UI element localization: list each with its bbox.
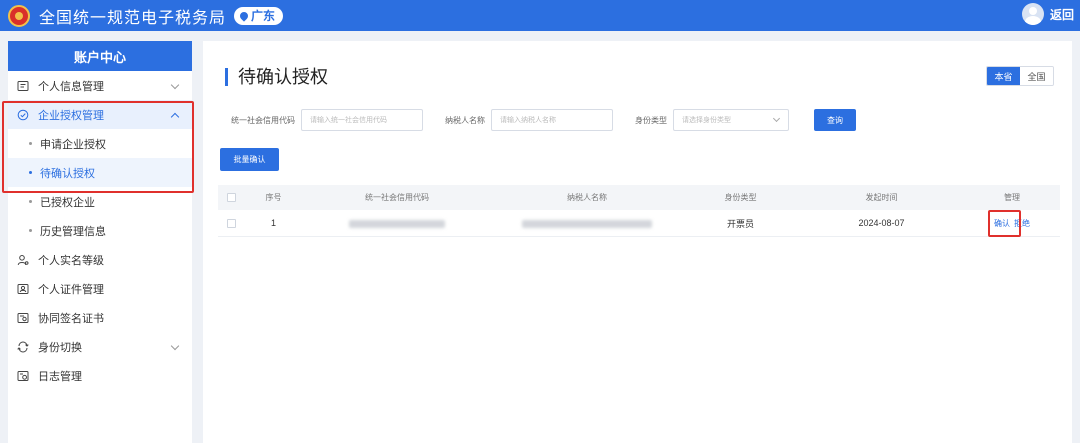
column-header: 发起时间 [865, 193, 898, 202]
sidebar-item-label: 待确认授权 [40, 167, 95, 180]
sidebar-item-id-docs[interactable]: 个人证件管理 [8, 274, 192, 303]
column-header: 统一社会信用代码 [365, 193, 429, 202]
taxpayer-name-input[interactable]: 请输入纳税人名称 [491, 109, 613, 131]
highlight-frame-confirm [988, 209, 1021, 237]
sidebar-item-pending-auth[interactable]: 待确认授权 [8, 158, 192, 187]
app-title: 全国统一规范电子税务局 [39, 9, 227, 27]
sidebar-item-label: 申请企业授权 [40, 138, 106, 151]
column-header: 管理 [1004, 193, 1020, 202]
chevron-down-icon [772, 114, 781, 123]
sidebar-item-apply-auth[interactable]: 申请企业授权 [8, 129, 192, 158]
profile-card-icon [17, 80, 29, 92]
bullet-dot [29, 171, 32, 174]
region-label: 广东 [251, 9, 276, 23]
sidebar-item-label: 个人实名等级 [38, 254, 104, 267]
sidebar-item-label: 历史管理信息 [40, 225, 106, 238]
action-cell: 确认 拒绝 [964, 209, 1060, 237]
sidebar-item-label: 日志管理 [38, 370, 82, 383]
user-area: 返回 [1021, 3, 1074, 25]
sidebar-item-logs[interactable]: 日志管理 [8, 361, 192, 390]
sidebar-item-label: 企业授权管理 [38, 109, 104, 122]
sidebar-title: 账户中心 [8, 41, 192, 71]
bullet-dot [29, 142, 32, 145]
query-button[interactable]: 查询 [814, 109, 856, 131]
credit-code-input[interactable]: 请输入统一社会信用代码 [301, 109, 423, 131]
taxpayer-name-cell [492, 218, 682, 228]
id-card-icon [17, 283, 29, 295]
back-link[interactable]: 返回 [1050, 6, 1074, 23]
certificate-icon [17, 312, 29, 324]
sidebar-item-label: 协同签名证书 [38, 312, 104, 325]
credit-code-placeholder: 请输入统一社会信用代码 [310, 117, 387, 124]
log-icon [17, 370, 29, 382]
filter-row: 统一社会信用代码 请输入统一社会信用代码 纳税人名称 请输入纳税人名称 身份类型… [231, 109, 856, 131]
bullet-dot [29, 229, 32, 232]
sidebar-item-personal-info[interactable]: 个人信息管理 [8, 71, 192, 100]
sidebar-item-realname-level[interactable]: 个人实名等级 [8, 245, 192, 274]
location-pin-icon [238, 9, 250, 22]
role-type-select[interactable]: 请选择身份类型 [673, 109, 789, 131]
row-number: 1 [270, 218, 276, 228]
main-panel: 待确认授权 本省 全国 统一社会信用代码 请输入统一社会信用代码 纳税人名称 请… [203, 41, 1072, 443]
role-type-label: 身份类型 [635, 115, 667, 125]
page-title: 待确认授权 [225, 68, 328, 86]
sidebar-item-history[interactable]: 历史管理信息 [8, 216, 192, 245]
sidebar-item-label: 个人证件管理 [38, 283, 104, 296]
credit-code-label: 统一社会信用代码 [231, 115, 295, 125]
column-header: 身份类型 [724, 193, 757, 202]
chevron-down-icon [170, 80, 180, 90]
row-checkbox[interactable] [227, 218, 236, 228]
chevron-up-icon [170, 112, 180, 122]
tax-emblem-logo [8, 4, 30, 27]
credit-code-cell [302, 218, 492, 228]
sidebar-item-label: 个人信息管理 [38, 80, 104, 93]
tab-province[interactable]: 本省 [987, 67, 1020, 85]
role-type-placeholder: 请选择身份类型 [682, 117, 731, 124]
chevron-down-icon [170, 341, 180, 351]
batch-confirm-button[interactable]: 批量确认 [220, 148, 279, 171]
sidebar-item-cosign-cert[interactable]: 协同签名证书 [8, 303, 192, 332]
column-header: 序号 [265, 193, 282, 202]
sidebar-item-identity-switch[interactable]: 身份切换 [8, 332, 192, 361]
taxpayer-name-label: 纳税人名称 [445, 115, 485, 125]
taxpayer-name-placeholder: 请输入纳税人名称 [500, 117, 556, 124]
bullet-dot [29, 200, 32, 203]
table-row: 1 开票员 2024-08-07 确认 拒绝 [218, 209, 1060, 237]
sidebar-item-authorized-enterprises[interactable]: 已授权企业 [8, 187, 192, 216]
column-header: 纳税人名称 [567, 193, 607, 202]
table-header: 序号 统一社会信用代码 纳税人名称 身份类型 发起时间 管理 [218, 185, 1060, 210]
top-bar: 全国统一规范电子税务局 广东 返回 [0, 0, 1080, 31]
user-avatar-icon[interactable] [1021, 3, 1044, 25]
pending-auth-table: 序号 统一社会信用代码 纳税人名称 身份类型 发起时间 管理 1 开票员 202… [218, 185, 1060, 237]
sidebar: 账户中心 个人信息管理 企业授权管理 申请企业授权 待确认授权 已授权企业 历史… [8, 41, 192, 443]
sidebar-item-enterprise-auth[interactable]: 企业授权管理 [8, 100, 192, 129]
switch-identity-icon [17, 341, 29, 353]
user-level-icon [17, 254, 29, 266]
confirm-wrap: 确认 [988, 209, 1021, 237]
select-all-checkbox[interactable] [227, 193, 236, 202]
authorize-check-icon [17, 109, 29, 121]
tab-nationwide[interactable]: 全国 [1020, 67, 1053, 85]
scope-toggle: 本省 全国 [986, 66, 1054, 86]
sidebar-item-label: 身份切换 [38, 341, 82, 354]
region-selector[interactable]: 广东 [234, 6, 284, 25]
role-cell: 开票员 [726, 218, 754, 229]
time-cell: 2024-08-07 [858, 218, 905, 228]
sidebar-item-label: 已授权企业 [40, 196, 95, 209]
